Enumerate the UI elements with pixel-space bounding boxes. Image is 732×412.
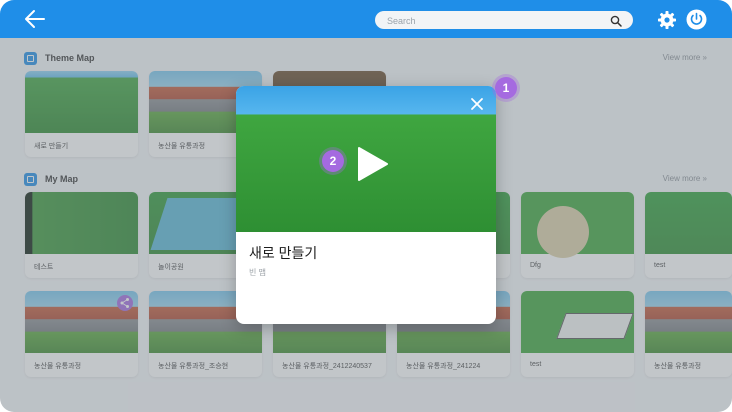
app-frame: Theme Map View more » 새로 만들기 농산물 유통과정 My… [0, 0, 732, 412]
close-icon[interactable] [469, 96, 485, 112]
back-arrow-icon[interactable] [24, 9, 46, 29]
search-bar [375, 11, 633, 30]
annotation-badge-1: 1 [495, 77, 517, 99]
gear-icon[interactable] [657, 10, 677, 30]
map-preview-modal: 새로 만들기 빈 맵 [236, 86, 496, 324]
modal-title: 새로 만들기 [249, 245, 318, 261]
modal-subtitle: 빈 맵 [249, 268, 266, 277]
annotation-badge-2: 2 [322, 150, 344, 172]
search-input[interactable] [387, 12, 597, 30]
power-icon[interactable] [686, 9, 707, 30]
search-icon[interactable] [610, 14, 622, 27]
play-icon[interactable] [356, 146, 390, 182]
top-bar [0, 0, 732, 38]
